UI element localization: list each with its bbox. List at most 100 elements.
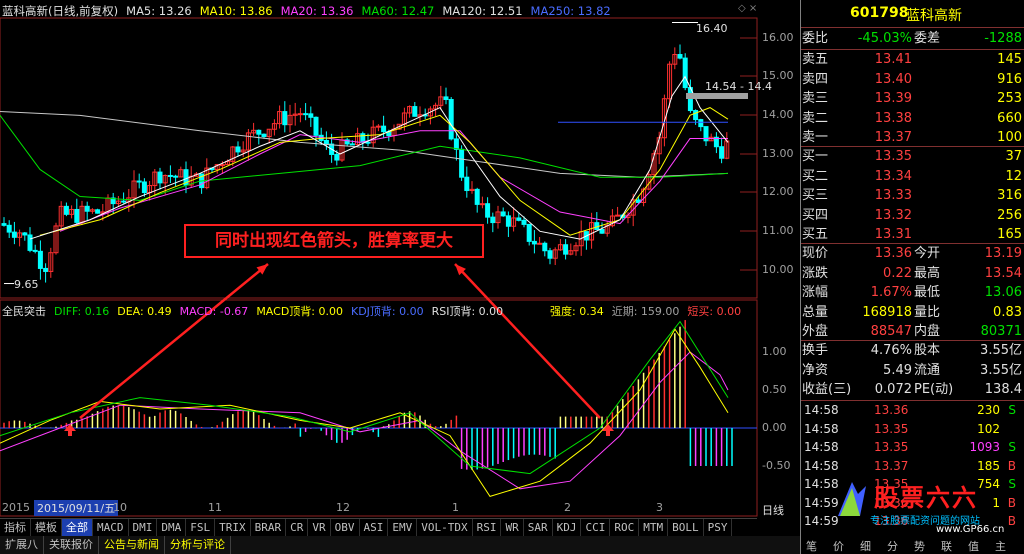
row-label: 收益(三) — [802, 382, 852, 397]
row-label: 买三 — [802, 188, 829, 203]
row-label: 外盘 — [802, 324, 829, 339]
candle-body — [297, 113, 303, 116]
quote-bottom-tabs: 笔价细分势联值主 — [802, 537, 1024, 554]
quote-tab-6[interactable]: 值 — [968, 538, 979, 554]
stock-name: 蓝科高新 — [906, 8, 962, 24]
stat-row: 涨幅 1.67% 最低 13.06 — [802, 283, 1024, 302]
bid-row: 买五 13.31 165 — [802, 225, 1024, 244]
tab-roc[interactable]: ROC — [610, 519, 640, 536]
candle-body — [453, 138, 459, 150]
tick-side: S — [1008, 440, 1016, 454]
tab-dma[interactable]: DMA — [157, 519, 187, 536]
tab-boll[interactable]: BOLL — [668, 519, 704, 536]
candle-body — [37, 250, 43, 269]
indicator-header-right: 强度: 0.34 近期: 159.00 短买: 0.00 — [550, 303, 741, 319]
candle-body — [219, 164, 225, 167]
price-tick: 14.00 — [762, 108, 794, 121]
tab-kdj[interactable]: KDJ — [553, 519, 582, 536]
bottom-tab-2[interactable]: 公告与新闻 — [99, 536, 165, 554]
stock-title: 蓝科高新(日线,前复权) — [2, 4, 119, 18]
tab-wr[interactable]: WR — [501, 519, 524, 536]
divider — [801, 340, 1024, 341]
stat2-row: 净资 5.49 流通 3.55亿 — [802, 361, 1024, 380]
tab-fsl[interactable]: FSL — [186, 519, 216, 536]
tab-asi[interactable]: ASI — [360, 519, 389, 536]
tab-mtm[interactable]: MTM — [639, 519, 669, 536]
ma20-value: MA20: 13.36 — [280, 4, 354, 18]
bottom-tab-0[interactable]: 扩展八 — [0, 536, 44, 554]
tick-volume: 185 — [977, 458, 1000, 473]
tab-cr[interactable]: CR — [286, 519, 309, 536]
low-price-label: 9.65 — [14, 278, 39, 291]
quote-tab-5[interactable]: 联 — [941, 538, 952, 554]
quote-tab-0[interactable]: 笔 — [806, 538, 817, 554]
tick-row: 14:58 13.35 1093 S — [802, 438, 1024, 456]
candle-body — [500, 211, 506, 217]
row-value: 13.32 — [874, 207, 912, 223]
quote-tab-4[interactable]: 势 — [914, 538, 925, 554]
indicator-name: 全民突击 — [2, 305, 46, 318]
diff-value: DIFF: 0.16 — [54, 305, 110, 318]
tab-全部[interactable]: 全部 — [62, 519, 93, 536]
quote-tab-3[interactable]: 分 — [887, 538, 898, 554]
ask-row: 卖三 13.39 253 — [802, 89, 1024, 108]
candle-body — [334, 153, 340, 161]
stat-row: 外盘 88547 内盘 80371 — [802, 322, 1024, 341]
tab-dmi[interactable]: DMI — [129, 519, 158, 536]
tick-price: 13.35 — [874, 440, 909, 454]
indicator-tick: 0.50 — [762, 383, 787, 396]
tab-obv[interactable]: OBV — [331, 519, 360, 536]
arrow-right — [454, 263, 601, 419]
row-value: 13.31 — [874, 227, 912, 242]
tab-macd[interactable]: MACD — [93, 519, 129, 536]
indicator-tick: 0.00 — [762, 421, 787, 434]
row-label: 买四 — [802, 207, 829, 223]
row-value: -45.03% — [857, 31, 912, 46]
candle-body — [349, 143, 355, 146]
bottom-tab-1[interactable]: 关联报价 — [44, 536, 99, 554]
candle-body — [381, 125, 387, 133]
tab-psy[interactable]: PSY — [704, 519, 733, 536]
period-label[interactable]: 日线 — [762, 502, 784, 518]
ma10-value: MA10: 13.86 — [199, 4, 273, 18]
tab-cci[interactable]: CCI — [581, 519, 611, 536]
tick-side: B — [1007, 458, 1016, 473]
tab-sar[interactable]: SAR — [524, 519, 553, 536]
tab-trix[interactable]: TRIX — [215, 519, 251, 536]
row-value: 5.49 — [883, 362, 912, 378]
candle-body — [313, 116, 319, 136]
tab-rsi[interactable]: RSI — [473, 519, 502, 536]
window-controls[interactable]: ◇ × — [738, 3, 757, 14]
tab-vr[interactable]: VR — [308, 519, 331, 536]
logo-icon — [838, 482, 866, 516]
quote-tab-2[interactable]: 细 — [860, 538, 871, 554]
kline-chart[interactable] — [0, 0, 800, 518]
row-label: 委比 — [802, 31, 829, 46]
ma250-value: MA250: 13.82 — [530, 4, 611, 18]
short-buy-value: 短买: 0.00 — [687, 305, 742, 318]
row-value-2: 138.4 — [984, 382, 1022, 397]
candle-body — [537, 242, 543, 245]
candle-body — [256, 129, 262, 135]
quote-tab-7[interactable]: 主 — [995, 538, 1006, 554]
candle-body — [563, 244, 569, 255]
row-label-2: 最低 — [914, 285, 941, 300]
row-value: 13.35 — [874, 149, 912, 164]
ma60-line — [0, 115, 729, 201]
candle-body — [95, 209, 101, 214]
tab-vol-tdx[interactable]: VOL-TDX — [417, 519, 473, 536]
candle-body — [63, 205, 69, 215]
row-value: 13.37 — [874, 130, 912, 145]
tab-指标[interactable]: 指标 — [0, 519, 31, 536]
quote-tab-1[interactable]: 价 — [833, 538, 844, 554]
divider — [801, 49, 1024, 50]
row-label-2: 量比 — [914, 304, 941, 320]
tick-time: 14:58 — [804, 477, 839, 491]
tab-brar[interactable]: BRAR — [251, 519, 287, 536]
range-bar — [686, 93, 748, 99]
arrow-left — [79, 263, 269, 419]
tab-模板[interactable]: 模板 — [31, 519, 62, 536]
bottom-tab-3[interactable]: 分析与评论 — [165, 536, 231, 554]
row-label: 换手 — [802, 343, 829, 358]
tab-emv[interactable]: EMV — [388, 519, 418, 536]
